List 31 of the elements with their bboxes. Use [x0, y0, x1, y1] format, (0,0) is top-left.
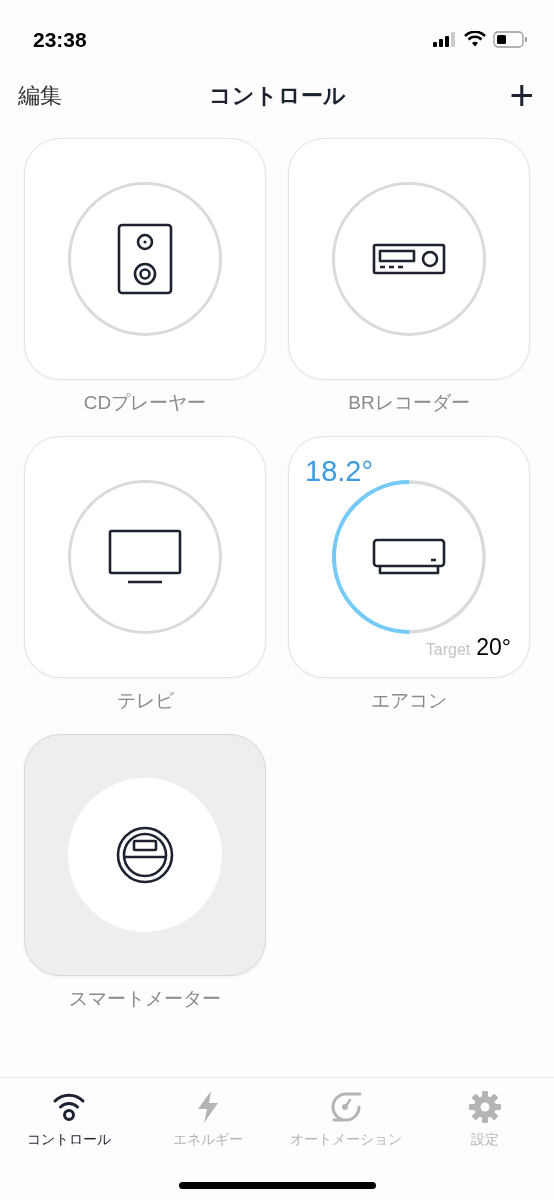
signal-icon — [433, 31, 457, 47]
device-tile[interactable]: 18.2° Target 20° — [288, 436, 530, 678]
device-name: BRレコーダー — [348, 391, 470, 414]
target-temperature: 20° — [476, 634, 511, 661]
battery-icon — [493, 30, 528, 48]
device-tile[interactable] — [288, 138, 530, 380]
home-indicator[interactable] — [179, 1182, 376, 1189]
tv-icon — [108, 529, 182, 585]
device-tile[interactable] — [24, 436, 266, 678]
device-name: スマートメーター — [69, 987, 221, 1010]
device-tile[interactable] — [24, 734, 266, 976]
screen-title: コントロール — [208, 83, 346, 108]
target-label: Target — [425, 641, 471, 659]
device-name: CDプレーヤー — [83, 391, 207, 414]
settings-icon — [468, 1091, 501, 1123]
device-tile[interactable] — [24, 138, 266, 380]
speaker-icon — [117, 223, 173, 295]
tab[interactable]: コントロール — [0, 1090, 139, 1149]
status-time: 23:38 — [33, 28, 87, 52]
wifi-icon — [464, 31, 486, 47]
edit-button[interactable]: 編集 — [18, 81, 62, 111]
add-button[interactable]: + — [509, 76, 534, 116]
air-conditioner-icon — [372, 538, 446, 576]
device-name: エアコン — [371, 689, 447, 712]
current-temperature: 18.2° — [305, 455, 374, 488]
device-name: テレビ — [116, 689, 174, 712]
wifi-icon — [52, 1092, 87, 1122]
circle-device-icon — [115, 825, 175, 885]
lightning-icon — [195, 1091, 220, 1123]
gauge-icon — [329, 1091, 364, 1123]
stereo-receiver-icon — [372, 243, 446, 275]
